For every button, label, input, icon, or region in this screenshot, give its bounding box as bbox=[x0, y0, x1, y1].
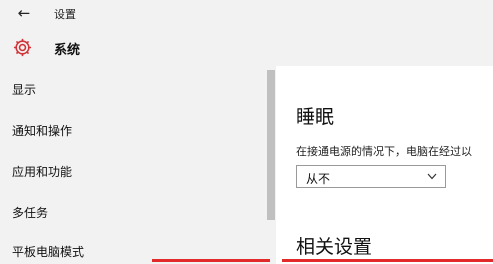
sidebar-item-notifications[interactable]: 通知和操作 bbox=[12, 122, 72, 139]
sleep-section-title: 睡眠 bbox=[296, 106, 335, 128]
sleep-dropdown-value: 从不 bbox=[306, 172, 331, 186]
scrollbar-thumb[interactable] bbox=[267, 70, 275, 220]
sidebar-item-apps-features[interactable]: 应用和功能 bbox=[12, 163, 72, 180]
window-title: 设置 bbox=[54, 8, 76, 21]
related-settings-title: 相关设置 bbox=[296, 236, 373, 258]
title-bar: ← 设置 bbox=[0, 0, 493, 28]
sidebar-scrollbar[interactable] bbox=[266, 66, 276, 264]
page-header: 系统 bbox=[0, 28, 493, 66]
sidebar-item-multitasking[interactable]: 多任务 bbox=[12, 204, 48, 221]
back-button[interactable]: ← bbox=[14, 3, 34, 23]
gear-icon bbox=[13, 38, 32, 57]
main-content: 睡眠 在接通电源的情况下，电脑在经过以 从不 相关设置 bbox=[276, 66, 493, 264]
annotation-underline-right bbox=[282, 259, 493, 262]
sleep-description: 在接通电源的情况下，电脑在经过以 bbox=[296, 145, 472, 158]
page-title: 系统 bbox=[54, 43, 81, 58]
chevron-down-icon bbox=[427, 173, 437, 180]
annotation-underline-left bbox=[152, 259, 270, 262]
back-arrow-icon: ← bbox=[17, 4, 31, 22]
sidebar: 显示 通知和操作 应用和功能 多任务 平板电脑模式 bbox=[0, 66, 266, 264]
sidebar-item-tablet-mode[interactable]: 平板电脑模式 bbox=[12, 243, 84, 260]
sidebar-item-display[interactable]: 显示 bbox=[12, 81, 36, 98]
sleep-dropdown[interactable]: 从不 bbox=[296, 165, 446, 188]
